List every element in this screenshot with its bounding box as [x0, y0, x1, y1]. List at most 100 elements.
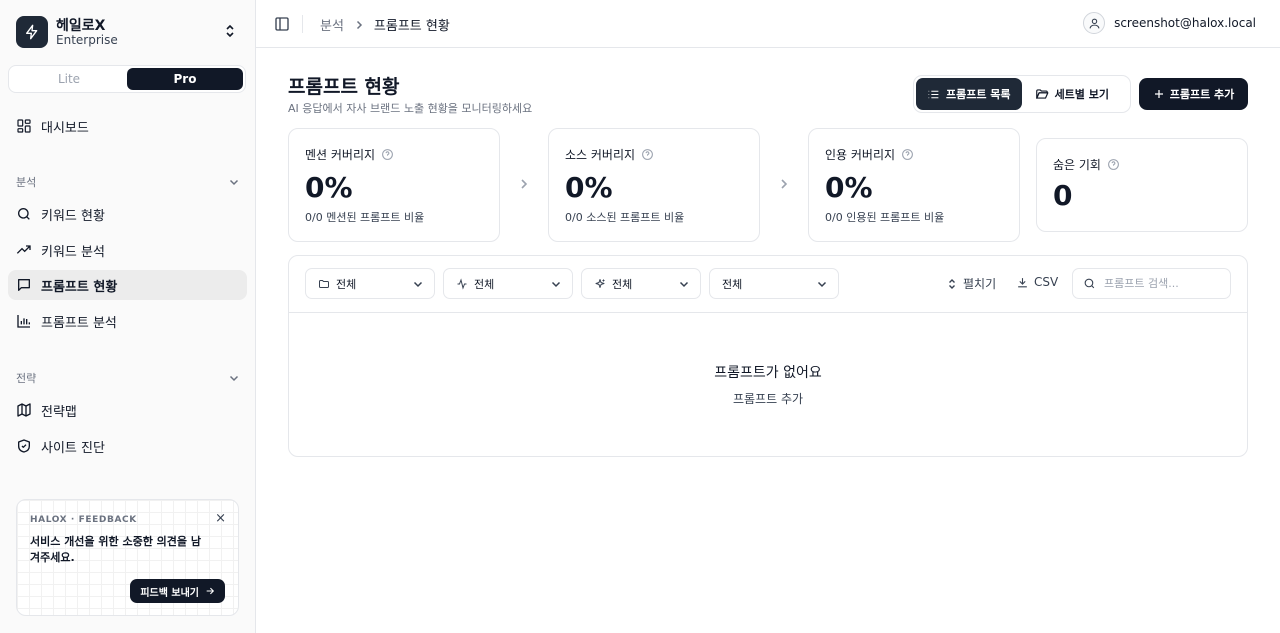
sidebar-item-label: 대시보드: [41, 120, 89, 136]
sidebar-item-label: 키워드 현황: [41, 208, 105, 224]
metric-card-citation: 인용 커버리지 0% 0/0 인용된 프롬프트 비율: [808, 128, 1020, 242]
metric-title: 멘션 커버리지: [305, 146, 394, 163]
chevron-down-icon: [413, 281, 423, 287]
prompt-list-view-button[interactable]: 프롬프트 목록: [916, 78, 1022, 110]
send-feedback-label: 피드백 보내기: [140, 587, 199, 599]
group-label: 전략: [16, 372, 37, 385]
map-icon: [17, 403, 31, 417]
user-icon: [1089, 18, 1099, 28]
divider: [302, 15, 303, 33]
search-icon: [1084, 278, 1095, 289]
view-toggle: 프롬프트 목록 세트별 보기: [913, 75, 1131, 113]
org-switcher[interactable]: 헤일로X Enterprise: [16, 15, 240, 49]
chevrons-up-down-icon: [226, 24, 234, 38]
metric-sub: 0/0 멘션된 프롬프트 비율: [305, 211, 425, 224]
user-menu[interactable]: screenshot@halox.local: [1083, 12, 1256, 34]
csv-download-button[interactable]: CSV: [1016, 275, 1058, 289]
sidebar-item-strategy-map[interactable]: 전략맵: [8, 395, 247, 425]
chevron-down-icon: [229, 375, 239, 382]
set-view-button[interactable]: 세트별 보기: [1024, 78, 1120, 110]
add-prompt-button[interactable]: 프롬프트 추가: [1139, 78, 1248, 110]
trending-up-icon: [16, 245, 31, 254]
chevrons-up-down-icon: [949, 278, 955, 289]
add-prompt-label: 프롬프트 추가: [1169, 88, 1235, 101]
help-circle-icon[interactable]: [641, 148, 654, 161]
help-circle-icon[interactable]: [901, 148, 914, 161]
metric-value: 0%: [565, 171, 613, 204]
sidebar-item-label: 전략맵: [41, 404, 77, 420]
chevron-down-icon: [229, 179, 239, 186]
sidebar-item-prompt-analysis[interactable]: 프롬프트 분석: [8, 306, 247, 336]
plan-pro-button[interactable]: Pro: [127, 68, 243, 90]
sidebar-item-keyword-status[interactable]: 키워드 현황: [8, 199, 247, 229]
sidebar: 헤일로X Enterprise Lite Pro 대시보드 분석 키워드 현황 …: [0, 0, 256, 633]
plan-toggle: Lite Pro: [8, 65, 246, 93]
feedback-text: 서비스 개선을 위한 소중한 의견을 남겨주세요.: [30, 535, 201, 564]
metric-value: 0%: [305, 171, 353, 204]
search-input[interactable]: [1104, 277, 1214, 290]
page-subtitle: AI 응답에서 자사 브랜드 노출 현황을 모니터링하세요: [288, 102, 533, 115]
sidebar-toggle-icon[interactable]: [274, 16, 290, 32]
org-logo: [16, 16, 48, 48]
filter-value: 전체: [336, 277, 357, 291]
metric-title-text: 숨은 기회: [1053, 158, 1101, 172]
metric-sub: 0/0 소스된 프롬프트 비율: [565, 211, 685, 224]
filter-set-dropdown[interactable]: 전체: [305, 268, 435, 299]
filter-value: 전체: [612, 277, 633, 291]
sidebar-item-dashboard[interactable]: 대시보드: [8, 111, 247, 141]
metric-title-text: 소스 커버리지: [565, 148, 636, 162]
filter-value: 전체: [722, 277, 743, 291]
help-circle-icon[interactable]: [1107, 158, 1120, 171]
breadcrumb: 분석 프롬프트 현황: [320, 15, 450, 34]
activity-icon: [457, 277, 467, 290]
prompt-list-label: 프롬프트 목록: [946, 88, 1011, 101]
metric-card-hidden-opportunity: 숨은 기회 0: [1036, 138, 1248, 232]
empty-state-add-link[interactable]: 프롬프트 추가: [289, 390, 1247, 407]
metric-title: 인용 커버리지: [825, 146, 914, 163]
prompt-search[interactable]: [1072, 268, 1231, 299]
sidebar-item-site-diagnosis[interactable]: 사이트 진단: [8, 431, 247, 461]
sidebar-item-label: 키워드 분석: [41, 244, 105, 260]
csv-label: CSV: [1034, 275, 1059, 289]
metric-title: 숨은 기회: [1053, 156, 1120, 173]
list-icon: [928, 90, 939, 98]
chevron-down-icon: [551, 281, 561, 287]
plan-lite-button[interactable]: Lite: [11, 68, 127, 90]
expand-button[interactable]: 펼치기: [946, 275, 996, 292]
send-feedback-button[interactable]: 피드백 보내기: [130, 579, 225, 603]
sidebar-item-prompt-status[interactable]: 프롬프트 현황: [8, 270, 247, 300]
breadcrumb-parent[interactable]: 분석: [320, 15, 344, 34]
help-circle-icon[interactable]: [381, 148, 394, 161]
chevron-down-icon: [679, 281, 689, 287]
set-view-label: 세트별 보기: [1054, 88, 1109, 101]
bar-chart-icon: [17, 315, 30, 328]
org-plan: Enterprise: [56, 33, 118, 47]
topbar: 분석 프롬프트 현황 screenshot@halox.local: [256, 0, 1280, 48]
download-icon: [1018, 277, 1027, 287]
chevron-right-icon: [521, 179, 528, 189]
prompt-panel: 전체 전체 전체 전체 펼치기 CSV 프롬프트가 없: [288, 255, 1248, 457]
empty-state-title: 프롬프트가 없어요: [714, 365, 822, 381]
plus-icon: [1154, 90, 1163, 98]
metric-value: 0: [1053, 179, 1073, 212]
sidebar-group-strategy[interactable]: 전략: [16, 370, 240, 386]
filter-status-dropdown[interactable]: 전체: [443, 268, 573, 299]
breadcrumb-current: 프롬프트 현황: [373, 19, 450, 34]
sidebar-item-label: 사이트 진단: [41, 440, 105, 456]
sparkles-icon: [595, 278, 605, 288]
filter-ai-dropdown[interactable]: 전체: [581, 268, 701, 299]
metric-card-mention: 멘션 커버리지 0% 0/0 멘션된 프롬프트 비율: [288, 128, 500, 242]
org-name: 헤일로X: [56, 18, 106, 34]
metric-title-text: 멘션 커버리지: [305, 148, 376, 162]
filter-type-dropdown[interactable]: 전체: [709, 268, 839, 299]
user-email: screenshot@halox.local: [1114, 16, 1256, 30]
metric-title-text: 인용 커버리지: [825, 148, 896, 162]
folder-icon: [319, 279, 329, 288]
sidebar-group-analysis[interactable]: 분석: [16, 174, 240, 190]
sidebar-item-keyword-analysis[interactable]: 키워드 분석: [8, 235, 247, 265]
sidebar-item-label: 프롬프트 현황: [41, 279, 118, 295]
message-square-icon: [18, 279, 30, 291]
page-title: 프롬프트 현황: [288, 76, 400, 98]
chevron-right-icon: [781, 179, 788, 189]
close-icon[interactable]: ×: [215, 511, 226, 526]
